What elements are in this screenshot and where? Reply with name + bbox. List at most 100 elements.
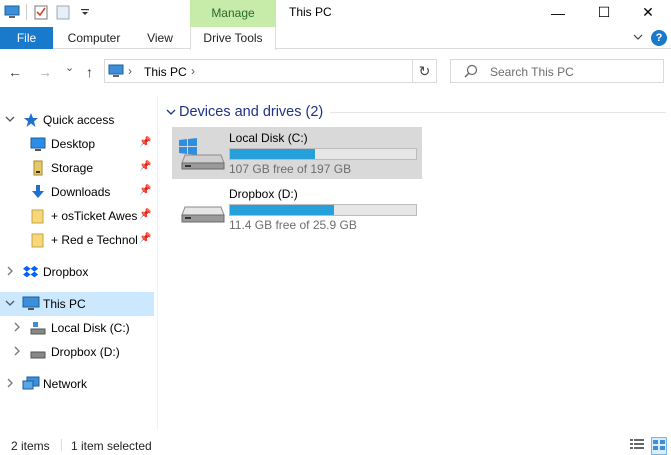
sidebar-item-label: Quick access bbox=[43, 113, 115, 127]
disk-icon bbox=[30, 344, 46, 363]
chevron-down-icon[interactable] bbox=[633, 31, 643, 45]
tab-computer[interactable]: Computer bbox=[60, 27, 128, 49]
group-header[interactable]: Devices and drives (2) bbox=[163, 103, 323, 121]
refresh-button[interactable]: ↻ bbox=[412, 60, 436, 82]
sidebar-item-label: This PC bbox=[43, 297, 86, 311]
chevron-down-icon[interactable] bbox=[77, 4, 93, 20]
sidebar-item-label: Storage bbox=[51, 161, 94, 175]
item-count: 2 items bbox=[11, 439, 50, 453]
pin-icon[interactable]: 📌 bbox=[139, 185, 151, 196]
details-view-icon[interactable] bbox=[630, 438, 644, 453]
minimize-button[interactable]: — bbox=[535, 0, 581, 25]
sidebar-item-red-e[interactable]: + Red e Technologies 📌 bbox=[0, 228, 154, 252]
toolbar-divider bbox=[26, 4, 27, 20]
sidebar-item-local-disk[interactable]: Local Disk (C:) bbox=[0, 316, 154, 340]
search-placeholder: Search This PC bbox=[490, 65, 574, 79]
tab-view[interactable]: View bbox=[137, 27, 183, 49]
chevron-right-icon[interactable] bbox=[5, 263, 15, 282]
manage-contextual-tab[interactable]: Manage bbox=[190, 0, 276, 27]
sidebar-item-storage[interactable]: Storage 📌 bbox=[0, 156, 154, 180]
windows-drive-icon bbox=[177, 135, 225, 174]
sidebar-item-dropbox-drive[interactable]: Dropbox (D:) bbox=[0, 340, 154, 364]
chevron-right-icon[interactable] bbox=[5, 375, 15, 394]
group-divider bbox=[330, 112, 666, 113]
properties-icon[interactable] bbox=[33, 4, 49, 20]
sidebar-item-label: + Red e Technologies bbox=[51, 233, 137, 247]
drive-tile-dropbox[interactable]: Dropbox (D:) 11.4 GB free of 25.9 GB bbox=[172, 183, 422, 235]
status-bar: 2 items 1 item selected bbox=[0, 434, 671, 455]
chevron-down-icon[interactable] bbox=[166, 106, 176, 120]
sidebar-item-this-pc[interactable]: This PC bbox=[0, 292, 154, 316]
new-folder-icon[interactable] bbox=[55, 4, 71, 20]
pin-icon[interactable]: 📌 bbox=[139, 233, 151, 244]
folder-icon bbox=[30, 232, 46, 251]
breadcrumb-separator[interactable]: › bbox=[191, 64, 195, 78]
sidebar-item-label: Downloads bbox=[51, 185, 111, 199]
chevron-down-icon[interactable] bbox=[5, 111, 15, 130]
sidebar-item-label: Dropbox (D:) bbox=[51, 345, 120, 359]
breadcrumb[interactable]: This PC bbox=[144, 65, 187, 79]
drive-usage-bar bbox=[229, 148, 417, 160]
chevron-right-icon[interactable] bbox=[12, 319, 22, 338]
tab-file[interactable]: File bbox=[0, 27, 53, 49]
computer-icon[interactable] bbox=[4, 4, 20, 20]
sidebar-item-label: + osTicket Awesome bbox=[51, 209, 137, 223]
chevron-right-icon[interactable] bbox=[12, 343, 22, 362]
maximize-button[interactable]: ☐ bbox=[581, 0, 627, 25]
pin-icon[interactable]: 📌 bbox=[139, 137, 151, 148]
close-button[interactable]: ✕ bbox=[625, 0, 671, 25]
back-arrow-icon[interactable]: ← bbox=[8, 64, 22, 80]
pin-icon[interactable]: 📌 bbox=[139, 209, 151, 220]
breadcrumb-separator[interactable]: › bbox=[128, 64, 132, 78]
tiles-view-icon[interactable] bbox=[651, 437, 667, 455]
drive-usage-fill bbox=[230, 205, 335, 215]
forward-arrow-icon[interactable]: → bbox=[38, 64, 52, 80]
drive-tile-local-disk[interactable]: Local Disk (C:) 107 GB free of 197 GB bbox=[172, 127, 422, 179]
window-title: This PC bbox=[289, 5, 332, 19]
sidebar-item-dropbox[interactable]: Dropbox bbox=[0, 260, 154, 284]
drive-free-space: 11.4 GB free of 25.9 GB bbox=[229, 218, 357, 232]
address-bar[interactable]: › This PC › ↻ bbox=[104, 59, 437, 83]
chevron-down-icon[interactable] bbox=[5, 295, 15, 314]
tab-drive-tools[interactable]: Drive Tools bbox=[190, 27, 276, 50]
download-icon bbox=[30, 184, 46, 203]
folder-icon bbox=[30, 208, 46, 227]
quick-access-toolbar bbox=[4, 4, 93, 20]
search-input[interactable]: Search This PC bbox=[450, 59, 664, 83]
computer-icon bbox=[22, 296, 40, 315]
sidebar-item-quick-access[interactable]: Quick access bbox=[0, 108, 154, 132]
storage-icon bbox=[30, 160, 46, 179]
network-icon bbox=[22, 376, 40, 395]
title-bar: Manage This PC — ☐ ✕ bbox=[0, 0, 671, 27]
ribbon-controls: ? bbox=[633, 30, 667, 46]
recent-locations-icon[interactable]: ⌄ bbox=[65, 61, 74, 74]
sidebar-item-downloads[interactable]: Downloads 📌 bbox=[0, 180, 154, 204]
address-row: ← → ⌄ ↑ › This PC › ↻ Search This PC bbox=[0, 49, 671, 95]
sidebar-item-network[interactable]: Network bbox=[0, 372, 154, 396]
sidebar-item-label: Local Disk (C:) bbox=[51, 321, 130, 335]
pin-icon[interactable]: 📌 bbox=[139, 161, 151, 172]
drive-usage-bar bbox=[229, 204, 417, 216]
navigation-pane: Quick access Desktop 📌 Storage 📌 Downloa… bbox=[0, 96, 158, 430]
group-title: Devices and drives (2) bbox=[179, 104, 324, 120]
drive-name: Dropbox (D:) bbox=[229, 187, 298, 201]
disk-icon bbox=[30, 320, 46, 339]
star-icon bbox=[23, 112, 39, 131]
drive-free-space: 107 GB free of 197 GB bbox=[229, 162, 352, 176]
status-divider bbox=[61, 439, 62, 451]
sidebar-item-label: Network bbox=[43, 377, 88, 391]
desktop-icon bbox=[30, 136, 46, 155]
dropbox-icon bbox=[23, 264, 39, 283]
sidebar-item-desktop[interactable]: Desktop 📌 bbox=[0, 132, 154, 156]
search-icon bbox=[464, 64, 478, 81]
help-icon[interactable]: ? bbox=[651, 30, 667, 46]
up-arrow-icon[interactable]: ↑ bbox=[86, 64, 93, 80]
drive-name: Local Disk (C:) bbox=[229, 131, 308, 145]
drive-usage-fill bbox=[230, 149, 315, 159]
disk-icon bbox=[177, 193, 225, 232]
ribbon-tabs: File Computer View Drive Tools ? bbox=[0, 27, 671, 50]
selection-count: 1 item selected bbox=[71, 439, 152, 453]
sidebar-item-label: Desktop bbox=[51, 137, 96, 151]
sidebar-item-label: Dropbox bbox=[43, 265, 89, 279]
sidebar-item-osticket[interactable]: + osTicket Awesome 📌 bbox=[0, 204, 154, 228]
